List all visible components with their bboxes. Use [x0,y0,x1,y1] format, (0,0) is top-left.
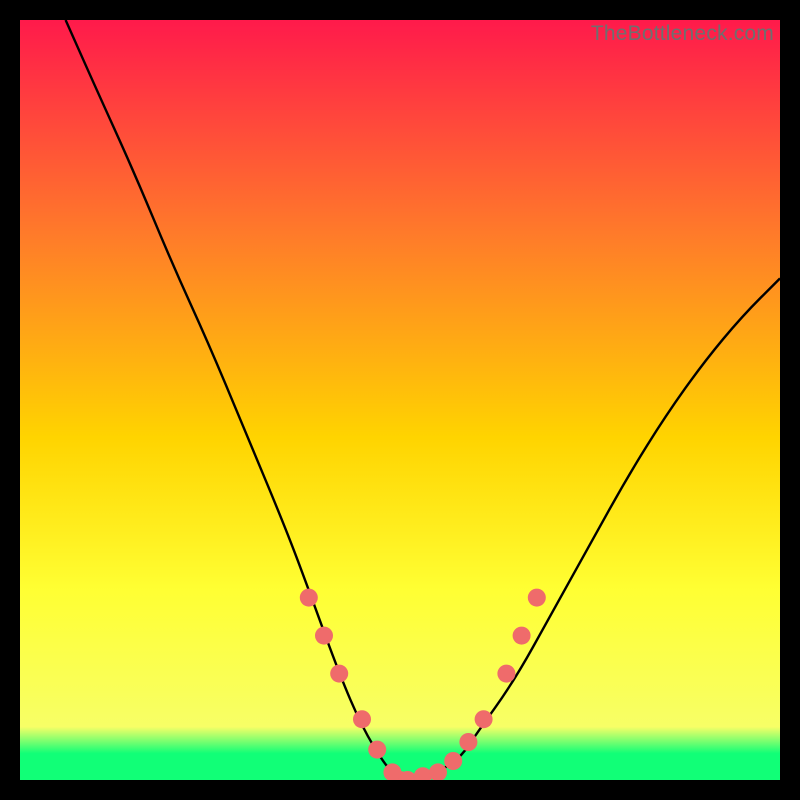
highlight-dot [368,741,386,759]
watermark-text: TheBottleneck.com [591,22,774,46]
highlight-dot [513,627,531,645]
highlight-dot [444,752,462,770]
highlight-dot [300,589,318,607]
highlight-dot [330,665,348,683]
highlight-dot [353,710,371,728]
highlight-dot [497,665,515,683]
highlight-dot [315,627,333,645]
chart-background [20,20,780,780]
highlight-dot [475,710,493,728]
chart-frame: TheBottleneck.com [20,20,780,780]
bottleneck-chart [20,20,780,780]
highlight-dot [459,733,477,751]
highlight-dot [528,589,546,607]
